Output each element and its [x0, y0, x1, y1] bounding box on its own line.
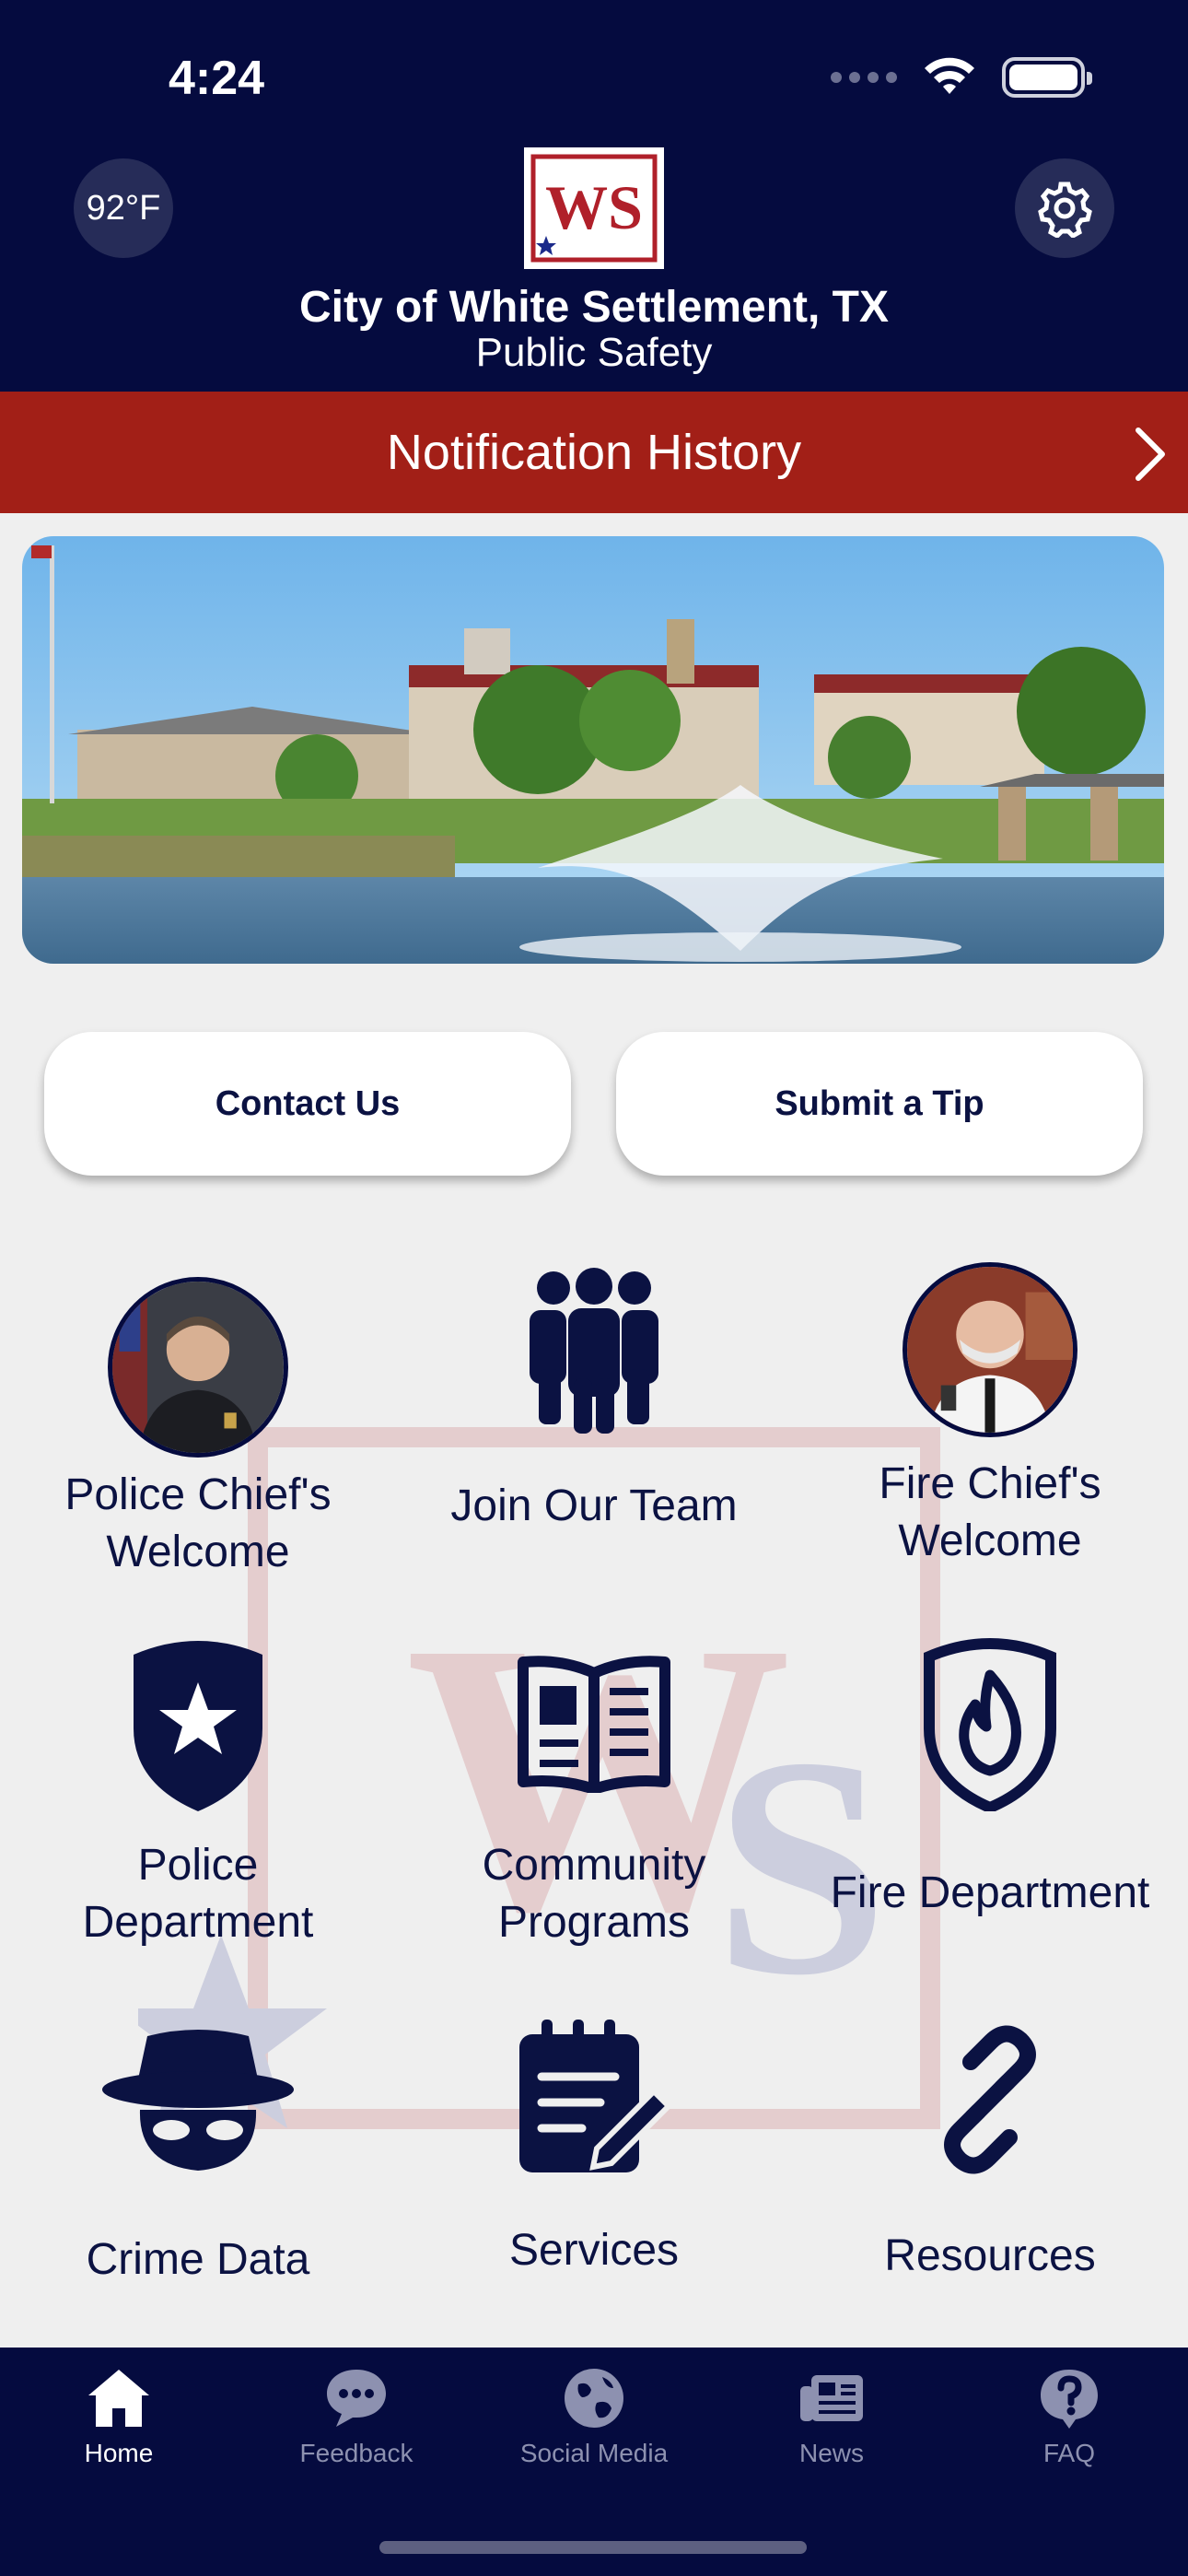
tile-services[interactable]: Services	[396, 2018, 792, 2279]
page-subtitle: Public Safety	[475, 330, 713, 375]
tile-crime-data[interactable]: Crime Data	[0, 2027, 396, 2289]
tile-label: Programs	[497, 1898, 691, 1947]
home-icon	[88, 2370, 149, 2427]
tile-label: Resources	[884, 2231, 1096, 2280]
logo-text: WS	[545, 172, 643, 242]
people-icon	[530, 1268, 658, 1434]
status-icons	[831, 57, 1092, 98]
notepad-pencil-icon	[519, 2020, 672, 2172]
globe-icon	[565, 2369, 623, 2428]
signal-dots-icon	[831, 72, 897, 83]
tab-news[interactable]: News	[713, 2366, 950, 2468]
tab-label: News	[798, 2439, 864, 2467]
tile-label: Services	[508, 2226, 680, 2275]
tile-police-chief-welcome[interactable]: Police Chief's Welcome	[0, 1277, 396, 1581]
submit-tip-button[interactable]: Submit a Tip	[616, 1032, 1143, 1176]
home-indicator[interactable]	[379, 2541, 807, 2554]
tab-label: FAQ	[1042, 2439, 1095, 2467]
hero-park-fountain-image	[22, 536, 1164, 964]
tab-label: Social Media	[519, 2439, 669, 2467]
tile-resources[interactable]: Resources	[792, 2023, 1188, 2285]
tile-label: Community	[482, 1841, 706, 1890]
masked-bandit-icon	[102, 2030, 294, 2171]
city-logo: WS	[524, 147, 664, 269]
tile-label: Fire Department	[830, 1868, 1150, 1917]
tile-label: Police Chief's	[64, 1470, 332, 1519]
tab-social-media[interactable]: Social Media	[475, 2366, 713, 2468]
tab-feedback[interactable]: Feedback	[238, 2366, 475, 2468]
tile-police-department[interactable]: Police Department	[0, 1636, 396, 1951]
police-chief-avatar	[108, 1277, 288, 1458]
tab-label: Home	[84, 2439, 154, 2467]
link-icon	[944, 2025, 1036, 2174]
notification-history-label: Notification History	[386, 425, 802, 480]
tile-label: Fire Chief's	[879, 1459, 1101, 1508]
contact-us-button[interactable]: Contact Us	[44, 1032, 571, 1176]
fire-shield-icon	[924, 1638, 1056, 1811]
chevron-right-icon	[1136, 427, 1165, 481]
notification-history-bar[interactable]: Notification History	[0, 392, 1188, 513]
tile-label: Join Our Team	[450, 1481, 738, 1530]
tile-community-programs[interactable]: Community Programs	[396, 1655, 792, 1951]
police-badge-icon	[134, 1641, 262, 1811]
tile-label: Police	[137, 1841, 259, 1890]
page-title: City of White Settlement, TX	[298, 283, 890, 332]
tab-home[interactable]: Home	[0, 2366, 238, 2468]
tile-join-our-team[interactable]: Join Our Team	[396, 1268, 792, 1535]
tile-label: Crime Data	[86, 2235, 310, 2284]
gear-icon	[1038, 181, 1092, 238]
tile-fire-chief-welcome[interactable]: Fire Chief's Welcome	[792, 1262, 1188, 1570]
temperature-badge[interactable]: 92°F	[74, 158, 173, 258]
newspaper-icon	[800, 2375, 863, 2421]
tile-label: Welcome	[106, 1528, 290, 1576]
status-time: 4:24	[169, 52, 265, 105]
tab-faq[interactable]: FAQ	[950, 2366, 1188, 2468]
tile-label: Welcome	[898, 1516, 1082, 1565]
app-header: 4:24 92°F WS City of White Settlement, T…	[0, 0, 1188, 392]
open-book-icon	[518, 1656, 670, 1793]
settings-button[interactable]	[1015, 158, 1114, 258]
tab-label: Feedback	[299, 2439, 413, 2467]
fire-chief-avatar	[903, 1262, 1077, 1437]
tile-label: Department	[82, 1898, 314, 1947]
battery-icon	[1002, 57, 1092, 98]
chat-bubble-icon	[327, 2370, 386, 2427]
wifi-icon	[925, 57, 974, 94]
question-icon	[1041, 2370, 1098, 2429]
tile-fire-department[interactable]: Fire Department	[792, 1636, 1188, 1922]
